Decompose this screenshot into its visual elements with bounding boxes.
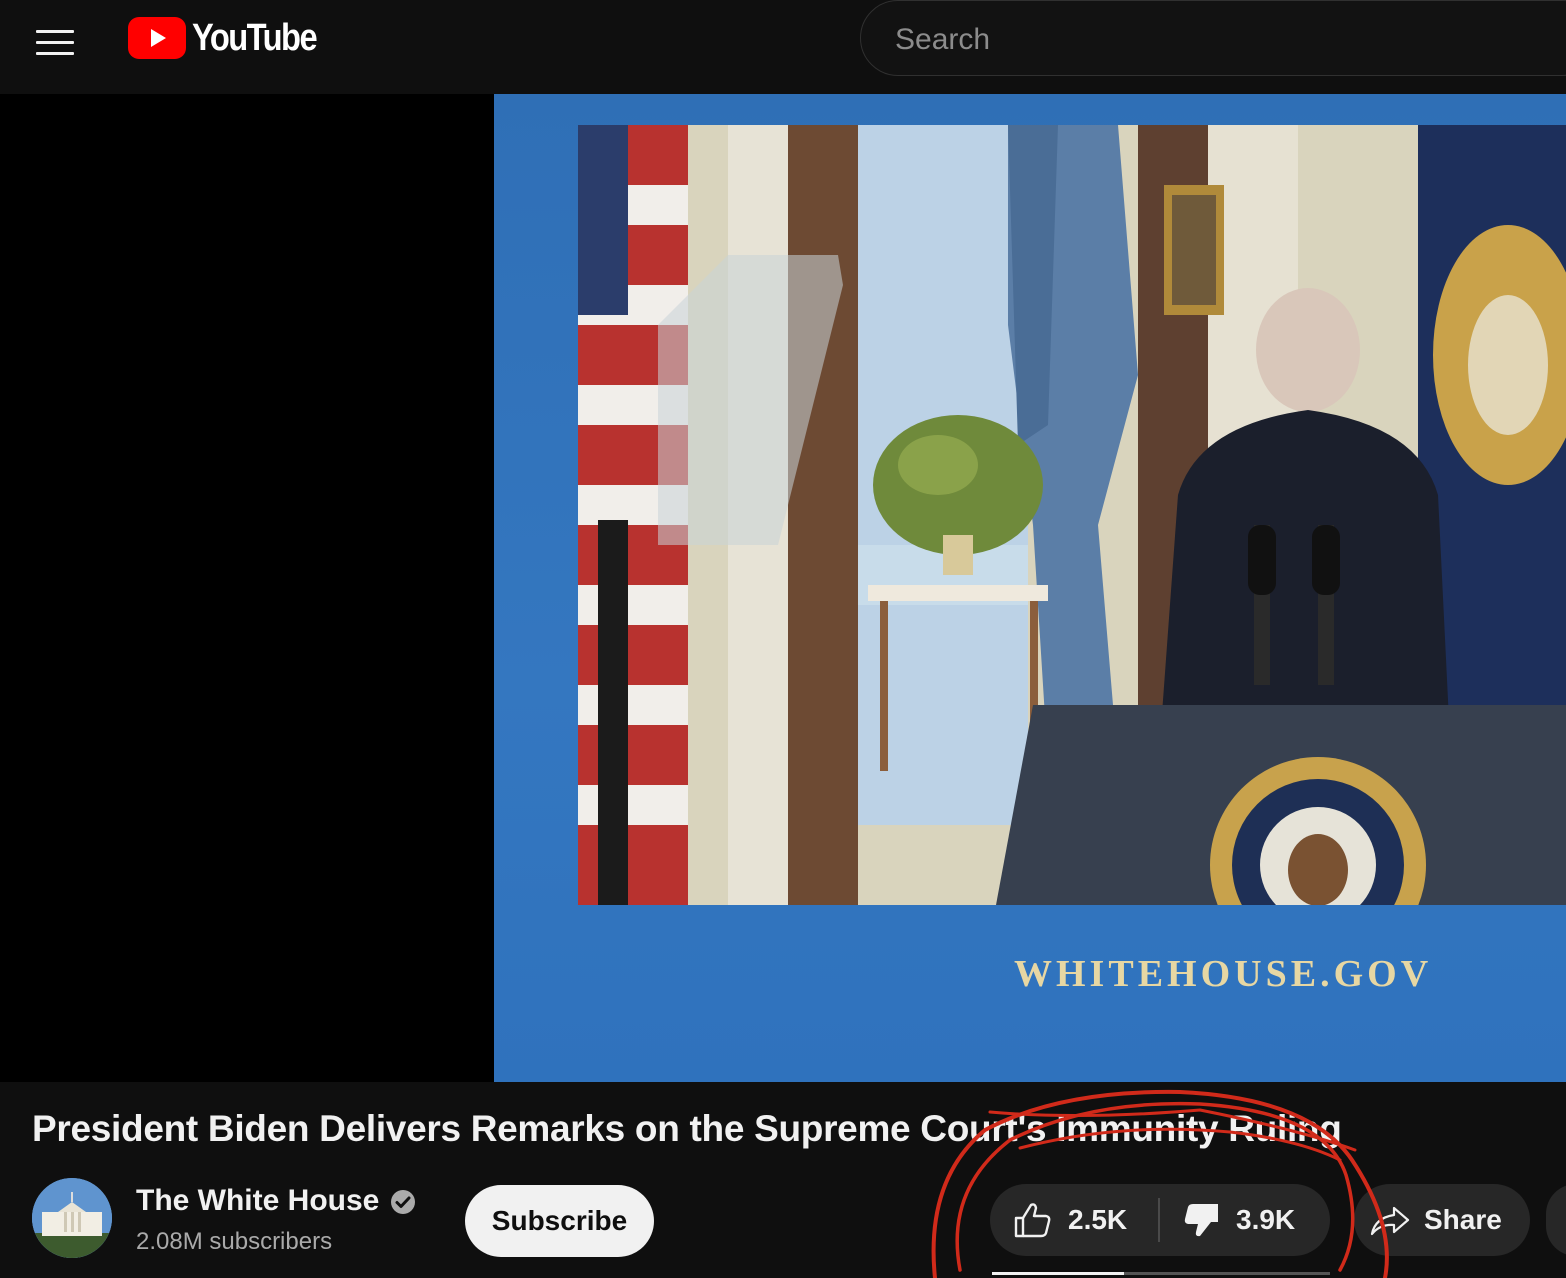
dislike-count: 3.9K — [1236, 1204, 1296, 1235]
white-house-avatar-image — [32, 1178, 112, 1258]
share-icon — [1370, 1206, 1410, 1236]
channel-avatar[interactable] — [32, 1178, 112, 1258]
dislike-icon — [1184, 1204, 1218, 1237]
top-bar: YouTube — [0, 0, 1566, 94]
like-ratio-bar — [992, 1272, 1330, 1275]
like-count: 2.5K — [1068, 1204, 1128, 1235]
channel-name[interactable]: The White House — [136, 1184, 379, 1218]
video-player[interactable]: WHITEHOUSE.GOV — [0, 94, 1566, 1082]
like-button[interactable]: 2.5K — [1012, 1184, 1152, 1256]
search-input[interactable] — [893, 17, 1517, 63]
like-icon — [1014, 1203, 1051, 1238]
share-button[interactable]: Share — [1354, 1184, 1530, 1256]
subscriber-count: 2.08M subscribers — [136, 1228, 333, 1255]
subscribe-button[interactable]: Subscribe — [465, 1185, 654, 1257]
video-scene-image — [578, 125, 1566, 905]
share-label: Share — [1424, 1204, 1502, 1235]
dislike-button[interactable]: 3.9K — [1180, 1184, 1320, 1256]
video-frame[interactable]: WHITEHOUSE.GOV — [494, 94, 1566, 1082]
more-actions-button[interactable] — [1546, 1184, 1566, 1256]
youtube-logo-icon — [128, 17, 186, 59]
video-scene — [578, 125, 1566, 905]
verified-icon — [391, 1190, 415, 1214]
menu-icon[interactable] — [30, 22, 82, 56]
youtube-logo[interactable]: YouTube — [128, 16, 336, 60]
logo-text: YouTube — [192, 17, 318, 59]
search-box[interactable] — [860, 0, 1566, 76]
like-dislike-group: 2.5K 3.9K — [990, 1184, 1330, 1256]
like-divider — [1158, 1198, 1160, 1242]
video-watermark: WHITEHOUSE.GOV — [1014, 953, 1433, 995]
like-ratio-fill — [992, 1272, 1124, 1275]
video-title: President Biden Delivers Remarks on the … — [32, 1108, 1342, 1149]
